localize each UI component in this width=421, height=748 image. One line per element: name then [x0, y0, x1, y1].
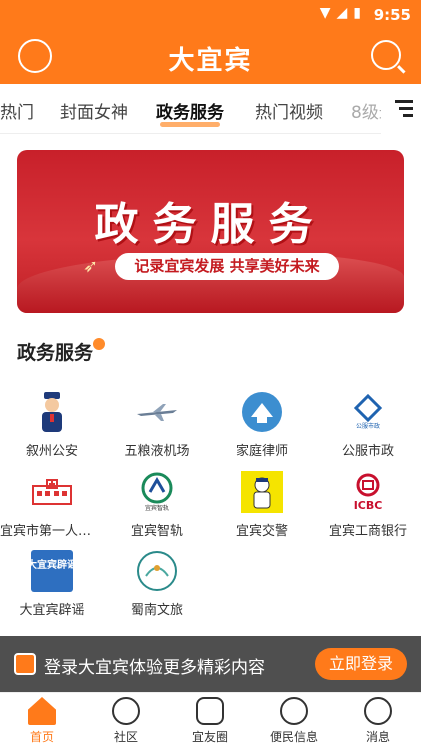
tab-cover-girl[interactable]: 封面女神: [60, 98, 128, 123]
police-icon: [30, 390, 74, 434]
service-label: 宜宾市第一人民医院: [0, 524, 104, 539]
service-item[interactable]: 五粮液机场: [105, 390, 209, 459]
nav-label: 宜友圈: [191, 730, 228, 744]
status-bar: ▼ ◢ ▮ 9:55: [0, 0, 421, 30]
service-item[interactable]: 家庭律师: [210, 390, 314, 459]
nav-label: 消息: [365, 730, 390, 744]
rumor-icon-text: 大宜宾辟谣: [31, 558, 73, 571]
service-label: 叙州公安: [25, 444, 78, 459]
banner-title: 政务服务: [94, 199, 327, 250]
section-title: 政务服务: [17, 338, 106, 365]
service-item[interactable]: 叙州公安: [0, 390, 104, 459]
nav-convenience[interactable]: 便民信息: [252, 697, 336, 745]
service-item[interactable]: 蜀南文旅: [105, 549, 209, 618]
status-icons: ▼ ◢ ▮: [320, 5, 361, 21]
wifi-icon: ▼: [319, 5, 331, 21]
airplane-icon: [135, 390, 179, 434]
service-label: 宜宾智轨: [130, 524, 183, 539]
service-label: 大宜宾辟谣: [19, 603, 85, 618]
tab-government-service[interactable]: 政务服务: [156, 98, 224, 127]
municipal-icon: 公服市政: [346, 390, 390, 434]
service-item[interactable]: 大宜宾辟谣 大宜宾辟谣: [0, 549, 104, 618]
battery-icon: ▮: [353, 5, 361, 21]
clock: 9:55: [373, 6, 411, 24]
community-icon: [112, 697, 140, 725]
nav-messages[interactable]: 消息: [336, 697, 420, 745]
municipal-icon-text: 公服市政: [356, 422, 380, 430]
service-item[interactable]: 宜宾交警: [210, 470, 314, 539]
rail-icon-text: 宜宾智轨: [145, 504, 169, 512]
hospital-icon: [30, 470, 74, 514]
service-label: 五粮液机场: [124, 444, 190, 459]
camera-icon: [196, 697, 224, 725]
section-title-text: 政务服务: [17, 342, 94, 364]
service-item[interactable]: 宜宾市第一人民医院: [0, 470, 104, 539]
tab-hot-video[interactable]: 热门视频: [255, 98, 323, 123]
nav-label: 社区: [113, 730, 138, 744]
search-icon[interactable]: [371, 40, 401, 70]
lawyer-icon: [240, 390, 284, 434]
service-label: 宜宾交警: [235, 524, 288, 539]
login-prompt-bar: 登录大宜宾体验更多精彩内容 立即登录: [0, 636, 421, 692]
banner-subtitle: 记录宜宾发展 共享美好未来: [115, 253, 339, 280]
service-item[interactable]: 公服市政 公服市政: [316, 390, 420, 459]
traffic-police-icon: [240, 470, 284, 514]
service-label: 家庭律师: [235, 444, 288, 459]
tourism-icon: [135, 549, 179, 593]
nav-label: 便民信息: [269, 730, 318, 744]
channel-tabs: 热门 封面女神 政务服务 热门视频 8级最: [0, 84, 421, 134]
bird-icon: ➶: [83, 256, 99, 277]
app-logo-icon: [14, 653, 36, 675]
login-message: 登录大宜宾体验更多精彩内容: [44, 658, 265, 678]
nav-community[interactable]: 社区: [84, 697, 168, 745]
rocket-icon: [280, 697, 308, 725]
tab-hot[interactable]: 热门: [0, 98, 34, 123]
service-item[interactable]: 宜宾智轨 宜宾智轨: [105, 470, 209, 539]
nav-home[interactable]: 首页: [0, 697, 84, 745]
bottom-nav: 首页 社区 宜友圈 便民信息 消息: [0, 692, 421, 748]
service-label: 宜宾工商银行: [328, 524, 407, 539]
app-title: 大宜宾: [168, 46, 253, 76]
signal-icon: ◢: [336, 5, 348, 21]
rumor-icon: 大宜宾辟谣: [30, 549, 74, 593]
icbc-icon: ICBC: [346, 470, 390, 514]
message-icon: [364, 697, 392, 725]
service-label: 公服市政: [341, 444, 394, 459]
app-bar: 大宜宾: [0, 30, 421, 84]
service-label: 蜀南文旅: [130, 603, 183, 618]
rail-icon: 宜宾智轨: [135, 470, 179, 514]
service-item[interactable]: ICBC 宜宾工商银行: [316, 470, 420, 539]
home-icon: [28, 697, 56, 725]
nav-label: 首页: [29, 730, 54, 744]
icbc-icon-text: ICBC: [354, 499, 383, 512]
banner[interactable]: 政务服务 ➶ 记录宜宾发展 共享美好未来: [17, 150, 404, 313]
channel-menu-icon[interactable]: [381, 84, 421, 134]
login-button[interactable]: 立即登录: [315, 648, 407, 680]
section-dot-icon: [93, 338, 106, 350]
nav-friends-circle[interactable]: 宜友圈: [168, 697, 252, 745]
